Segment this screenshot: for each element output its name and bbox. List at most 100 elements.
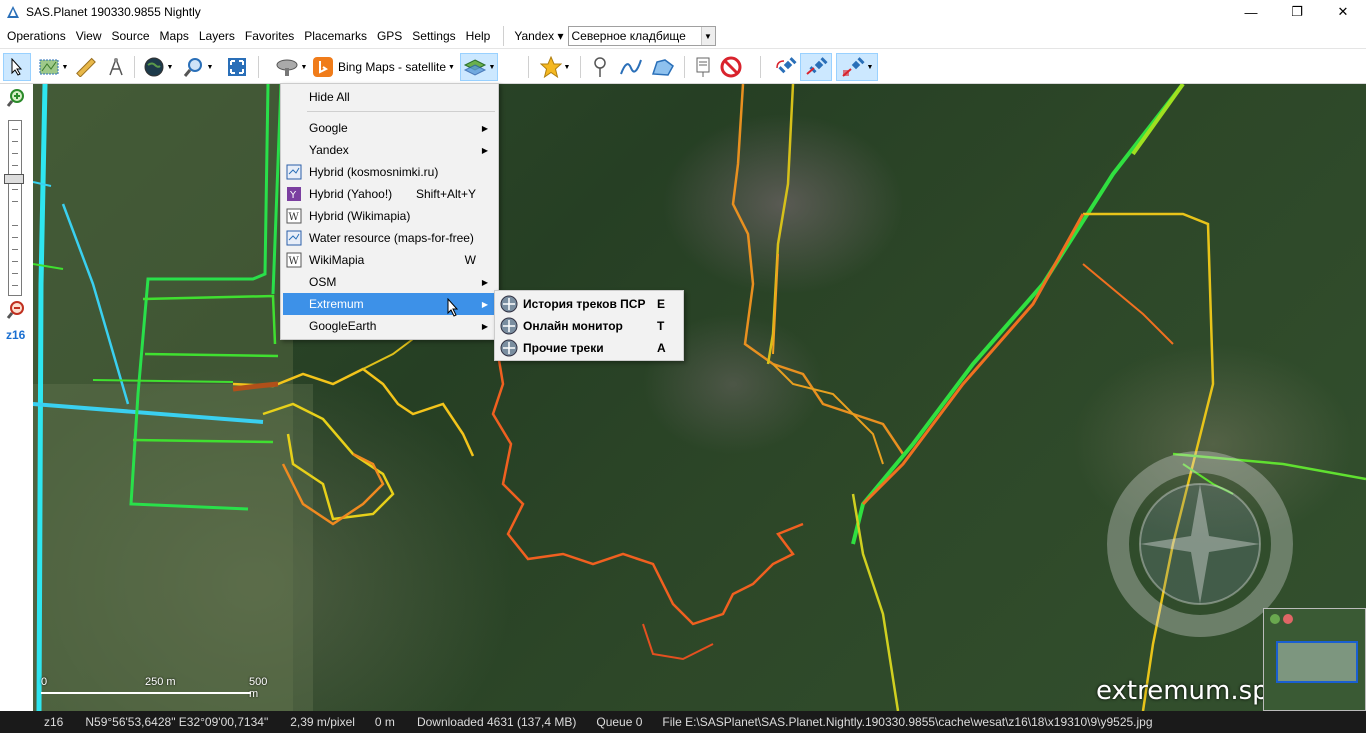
map-source-button[interactable]: Bing Maps - satellite ▼ [312,53,458,81]
submenu-item-other-tracks[interactable]: Прочие треки A [497,337,681,359]
submenu-item-online-monitor[interactable]: Онлайн монитор T [497,315,681,337]
menu-item-googleearth[interactable]: GoogleEarth ▶ [283,315,496,337]
path-icon [620,59,642,75]
status-distance: 0 m [374,715,395,729]
status-bar: z16 N59°56'53,6428" E32°09'00,7134" 2,39… [0,711,1366,733]
menu-source[interactable]: Source [107,25,155,47]
gps-connect-button[interactable] [770,53,800,81]
status-resolution: 2,39 m/pixel [290,715,355,729]
satellite-source-button[interactable]: ▼ [272,53,310,81]
menu-view[interactable]: View [71,25,107,47]
minimize-button[interactable]: — [1228,0,1274,24]
menu-operations[interactable]: Operations [0,25,71,47]
zoom-slider-thumb[interactable] [4,174,24,184]
path-tool-button[interactable] [103,53,129,81]
svg-text:W: W [289,212,300,223]
hide-placemarks-button[interactable] [718,53,744,81]
gps-track-button[interactable] [800,53,832,81]
menu-bar: Operations View Source Maps Layers Favor… [0,24,1366,49]
map-icon [286,230,302,246]
gps-satellite-icon [776,57,797,74]
zoom-in-icon [6,89,24,107]
toolbar-separator [580,56,581,78]
toolbar-separator [134,56,135,78]
menu-item-yandex[interactable]: Yandex ▶ [283,139,496,161]
scale-bar: 0 250 m 500 m [37,676,267,702]
submenu-arrow-icon: ▶ [481,277,488,287]
search-input[interactable]: Северное кладбище [569,29,701,43]
zoom-in-button[interactable] [6,88,26,111]
toolbar-separator [760,56,761,78]
menu-settings[interactable]: Settings [407,25,460,47]
status-queue: Queue 0 [596,715,643,729]
extremum-logo-icon [500,317,518,335]
menu-placemarks[interactable]: Placemarks [299,25,372,47]
extremum-logo-icon [500,339,518,357]
window-title: SAS.Planet 190330.9855 Nightly [26,5,201,19]
favorites-button[interactable]: ▼ [536,53,574,81]
menu-item-osm[interactable]: OSM ▶ [283,271,496,293]
maximize-button[interactable]: ❐ [1274,0,1320,24]
menu-favorites[interactable]: Favorites [240,25,299,47]
layers-button[interactable]: ▼ [460,53,498,81]
selection-map-icon [39,59,59,75]
minimap-zoom-in-icon[interactable] [1270,614,1280,624]
add-polygon-button[interactable] [648,53,678,81]
submenu-arrow-icon: ▶ [481,321,488,331]
main-toolbar: ▼ ▼ ▼ ▼ Bing Maps - satellite ▼ ▼ ▼ ▼ [0,50,1366,84]
add-placemark-button[interactable] [588,53,612,81]
pin-list-icon [696,57,710,77]
geocoder-selector[interactable]: Yandex ▾ [510,29,567,43]
toolbar-separator [528,56,529,78]
zoom-panel: z16 [0,84,33,711]
minimap[interactable] [1263,608,1366,711]
menu-item-hybrid-kosmosnimki[interactable]: Hybrid (kosmosnimki.ru) [283,161,496,183]
pointer-tool-button[interactable] [3,53,31,81]
menu-item-extremum[interactable]: Extremum ▶ [283,293,496,315]
menu-item-wikimapia[interactable]: W WikiMapia W [283,249,496,271]
wiki-icon: W [286,208,302,224]
menu-item-hide-all[interactable]: Hide All [283,86,496,108]
chevron-down-icon[interactable]: ▼ [700,27,715,45]
status-downloaded: Downloaded 4631 (137,4 MB) [416,715,577,729]
yahoo-icon: Y [286,186,302,202]
minimap-zoom-out-icon[interactable] [1283,614,1293,624]
zoom-out-button[interactable] [6,300,26,323]
ruler-tool-button[interactable] [74,53,98,81]
scale-label-500: 500 m [249,676,268,700]
gps-satellite-icon [841,57,865,77]
placemark-list-button[interactable] [690,53,716,81]
menu-gps[interactable]: GPS [372,25,407,47]
placemark-pin-icon [594,57,606,77]
zoom-level-label: z16 [6,328,26,342]
map-view[interactable]: 0 250 m 500 m extremum.spb.ru [33,84,1366,711]
submenu-item-psr-tracks[interactable]: История треков ПСР E [497,293,681,315]
map-tracks [33,84,1366,711]
status-coordinates: N59°56'53,6428" E32°09'00,7134" [85,715,269,729]
menu-item-water-resource[interactable]: Water resource (maps-for-free) [283,227,496,249]
menu-item-google[interactable]: Google ▶ [283,117,496,139]
ruler-icon [76,57,96,77]
globe-button[interactable]: ▼ [140,53,176,81]
selection-tool-button[interactable]: ▼ [34,53,72,81]
zoom-tool-button[interactable]: ▼ [178,53,218,81]
close-button[interactable]: ✕ [1320,0,1366,24]
menu-layers[interactable]: Layers [194,25,240,47]
minimap-viewport[interactable] [1276,641,1358,683]
gps-center-button[interactable]: ▼ [836,53,878,81]
toolbar-separator [684,56,685,78]
add-path-button[interactable] [617,53,645,81]
layers-dropdown-menu: Hide All Google ▶ Yandex ▶ Hybrid (kosmo… [280,83,499,340]
menu-item-hybrid-yahoo[interactable]: Y Hybrid (Yahoo!) Shift+Alt+Y [283,183,496,205]
extremum-submenu: История треков ПСР E Онлайн монитор T Пр… [494,290,684,361]
search-combo[interactable]: Северное кладбище ▼ [567,26,716,46]
menu-item-hybrid-wikimapia[interactable]: W Hybrid (Wikimapia) [283,205,496,227]
mouse-cursor-icon [447,298,459,317]
fullscreen-icon [228,58,246,76]
fullscreen-button[interactable] [223,53,251,81]
layers-icon [463,59,486,76]
menu-help[interactable]: Help [461,25,496,47]
zoom-slider-track[interactable] [8,120,22,296]
wiki-icon: W [286,252,302,268]
menu-maps[interactable]: Maps [155,25,194,47]
